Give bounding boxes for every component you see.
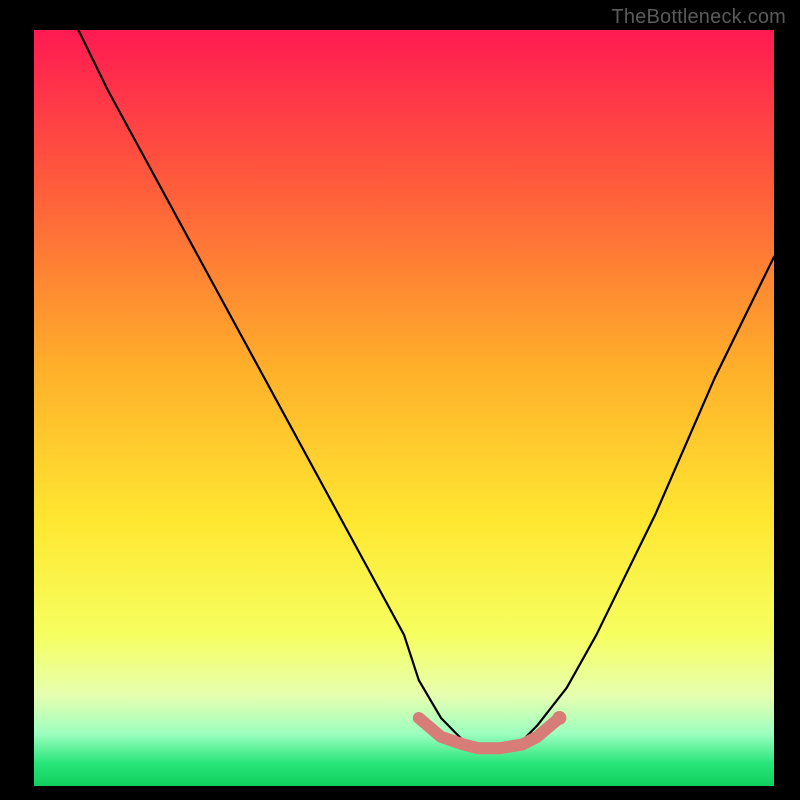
bottleneck-chart [0,0,800,800]
watermark-text: TheBottleneck.com [611,6,786,29]
plot-background [34,30,774,786]
chart-frame: TheBottleneck.com [0,0,800,800]
marker-dot [552,711,566,725]
